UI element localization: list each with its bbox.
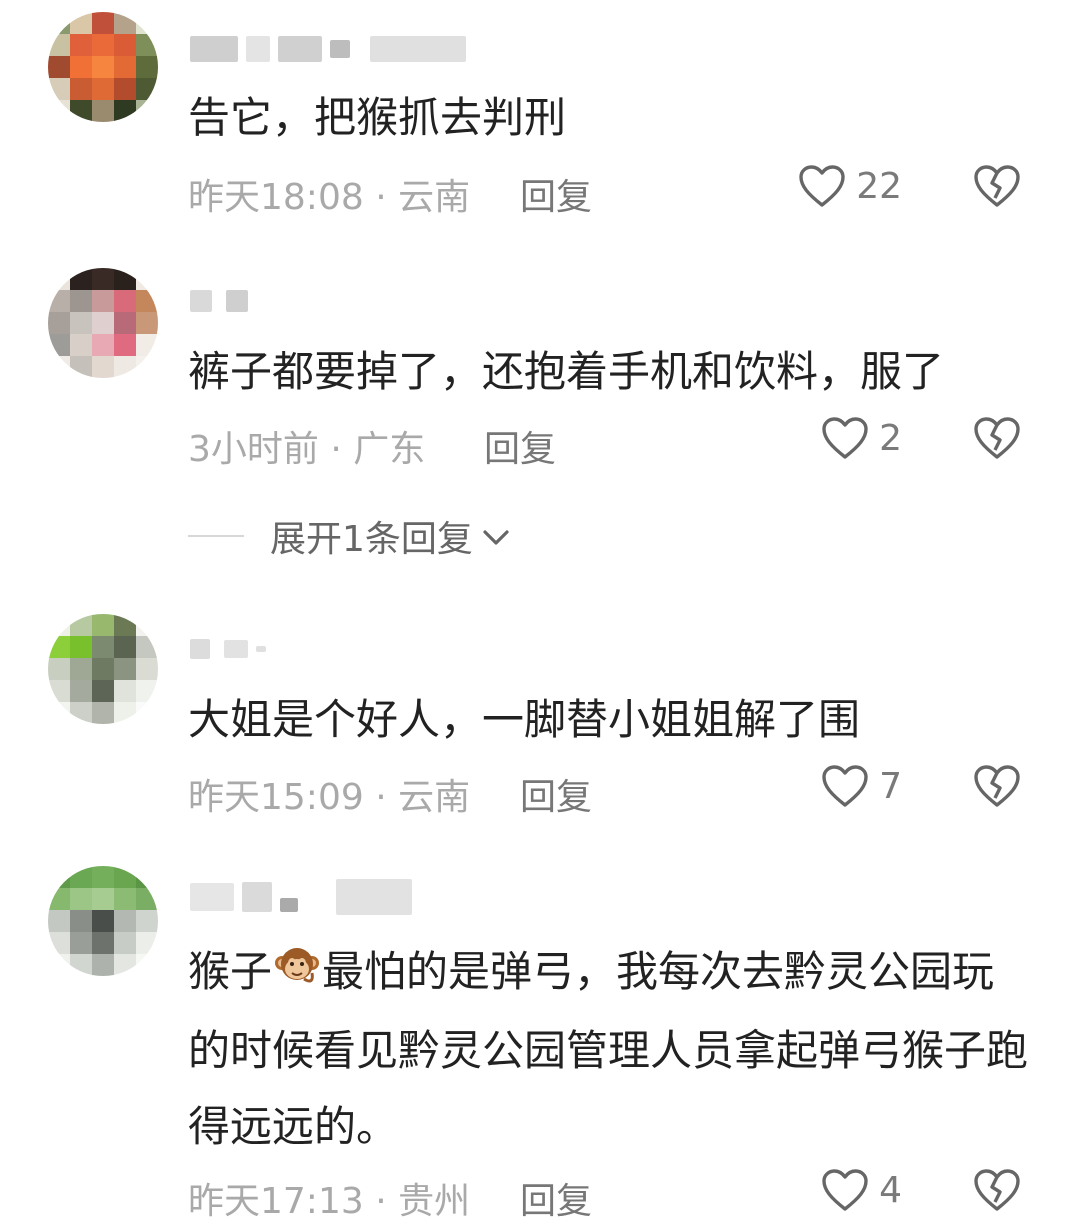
username-blurred[interactable] bbox=[190, 878, 412, 916]
broken-heart-icon bbox=[973, 1168, 1021, 1212]
comment-meta: 昨天15:09 · 云南 bbox=[188, 777, 471, 818]
comment-text: 猴子 最怕的是弹弓，我每次去黔灵公园玩的时候看见黔灵公园管理人员拿起弹弓猴子跑得远… bbox=[188, 934, 1028, 1165]
comment-text-part: 猴子 bbox=[188, 947, 273, 996]
expand-replies-button[interactable]: 展开1条回复 bbox=[188, 510, 511, 562]
like-count: 2 bbox=[879, 417, 902, 459]
comment-text: 告它，把猴抓去判刑 bbox=[188, 93, 567, 142]
avatar[interactable] bbox=[48, 866, 158, 976]
heart-outline-icon bbox=[821, 416, 869, 460]
username-blurred[interactable] bbox=[190, 282, 248, 320]
avatar[interactable] bbox=[48, 268, 158, 378]
comment-meta: 3小时前 · 广东 bbox=[188, 429, 426, 470]
username-blurred[interactable] bbox=[190, 630, 266, 668]
divider-line bbox=[188, 535, 244, 537]
reply-button[interactable]: 回复 bbox=[520, 1172, 592, 1224]
like-count: 22 bbox=[856, 165, 902, 207]
expand-replies-label: 展开1条回复 bbox=[270, 519, 473, 560]
broken-heart-icon bbox=[973, 164, 1021, 208]
dislike-button[interactable] bbox=[973, 164, 1021, 208]
heart-outline-icon bbox=[821, 764, 869, 808]
like-count: 7 bbox=[879, 765, 902, 807]
monkey-emoji-icon bbox=[274, 937, 320, 1013]
comment-text: 大姐是个好人，一脚替小姐姐解了围 bbox=[188, 695, 861, 744]
chevron-down-icon bbox=[481, 516, 511, 557]
like-button[interactable]: 4 bbox=[821, 1168, 902, 1212]
like-button[interactable]: 22 bbox=[798, 164, 902, 208]
dislike-button[interactable] bbox=[973, 1168, 1021, 1212]
reply-button[interactable]: 回复 bbox=[484, 420, 556, 472]
like-count: 4 bbox=[879, 1169, 902, 1211]
reply-button[interactable]: 回复 bbox=[520, 768, 592, 820]
dislike-button[interactable] bbox=[973, 416, 1021, 460]
broken-heart-icon bbox=[973, 764, 1021, 808]
username-blurred[interactable] bbox=[190, 30, 466, 68]
broken-heart-icon bbox=[973, 416, 1021, 460]
reply-button[interactable]: 回复 bbox=[520, 168, 592, 220]
avatar[interactable] bbox=[48, 12, 158, 122]
dislike-button[interactable] bbox=[973, 764, 1021, 808]
heart-outline-icon bbox=[821, 1168, 869, 1212]
comment-text: 裤子都要掉了，还抱着手机和饮料，服了 bbox=[188, 347, 945, 396]
like-button[interactable]: 7 bbox=[821, 764, 902, 808]
heart-outline-icon bbox=[798, 164, 846, 208]
comment-meta: 昨天17:13 · 贵州 bbox=[188, 1181, 471, 1222]
avatar[interactable] bbox=[48, 614, 158, 724]
like-button[interactable]: 2 bbox=[821, 416, 902, 460]
comment-meta: 昨天18:08 · 云南 bbox=[188, 177, 471, 218]
